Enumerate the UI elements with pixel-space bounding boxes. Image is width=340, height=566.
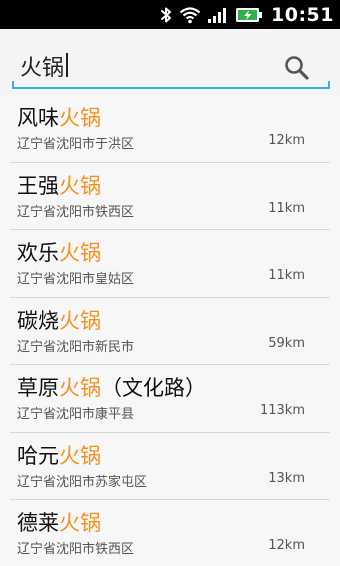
list-item[interactable]: 哈元火锅辽宁省沈阳市苏家屯区 13km xyxy=(10,433,330,500)
list-item[interactable]: 草原火锅（文化路） 辽宁省沈阳市康平县 113km xyxy=(10,365,330,433)
status-time: 10:51 xyxy=(271,3,334,26)
search-bar xyxy=(0,29,340,95)
restaurant-name: 欢乐火锅 xyxy=(17,237,101,267)
field-edge-left xyxy=(12,81,14,89)
name-prefix: 风味 xyxy=(17,106,59,130)
status-bar: 10:51 xyxy=(0,0,340,29)
name-prefix: 欢乐 xyxy=(17,241,59,265)
restaurant-distance: 59km xyxy=(268,335,305,351)
name-suffix: （文化路） xyxy=(101,376,206,400)
restaurant-name: 碳烧火锅 xyxy=(17,305,101,335)
restaurant-address: 辽宁省沈阳市新民市 xyxy=(17,339,135,355)
result-list: 风味火锅 辽宁省沈阳市于洪区 12km 王强火锅 辽宁省沈阳市铁西区 11km 欢乐火锅 辽宁… xyxy=(0,95,340,566)
list-item[interactable]: 风味火锅辽宁省沈阳市于洪区 12km xyxy=(10,95,330,163)
search-input[interactable] xyxy=(20,49,275,83)
restaurant-distance: 113km xyxy=(259,403,305,418)
restaurant-address: 辽宁省沈阳市苏家屯区 xyxy=(17,474,148,490)
restaurant-address: 辽宁省沈阳市康平县 xyxy=(17,407,135,422)
restaurant-name: 草原火锅（文化路） xyxy=(17,372,206,402)
restaurant-name: 哈元火锅 xyxy=(17,440,101,470)
restaurant-distance: 12km xyxy=(268,538,305,553)
name-keyword-highlight: 火锅 xyxy=(59,241,101,265)
restaurant-distance: 13km xyxy=(268,470,305,486)
name-keyword-highlight: 火锅 xyxy=(59,106,101,130)
wifi-icon xyxy=(179,6,201,24)
name-prefix: 哈元 xyxy=(17,443,59,468)
search-field[interactable] xyxy=(12,47,330,89)
name-keyword-highlight: 火锅 xyxy=(59,443,101,468)
list-item[interactable]: 欢乐火锅辽宁省沈阳市皇姑区 11km xyxy=(10,230,330,298)
search-icon[interactable] xyxy=(282,53,312,83)
name-prefix: 王强 xyxy=(17,173,59,198)
list-item[interactable]: 德莱火锅辽宁省沈阳市铁西区 12km xyxy=(10,500,330,566)
field-edge-right xyxy=(328,81,330,89)
restaurant-distance: 11km xyxy=(268,268,305,283)
list-item[interactable]: 王强火锅辽宁省沈阳市铁西区 11km xyxy=(10,163,330,230)
battery-charging-icon xyxy=(235,6,263,24)
name-prefix: 德莱 xyxy=(17,511,59,535)
name-keyword-highlight: 火锅 xyxy=(59,376,101,400)
bluetooth-icon xyxy=(159,6,173,24)
name-keyword-highlight: 火锅 xyxy=(59,308,101,333)
restaurant-address: 辽宁省沈阳市于洪区 xyxy=(17,137,135,152)
restaurant-address: 辽宁省沈阳市铁西区 xyxy=(17,204,135,220)
restaurant-address: 辽宁省沈阳市铁西区 xyxy=(17,542,135,557)
restaurant-address: 辽宁省沈阳市皇姑区 xyxy=(17,272,135,287)
restaurant-name: 风味火锅 xyxy=(17,102,101,132)
restaurant-distance: 11km xyxy=(268,200,305,216)
name-keyword-highlight: 火锅 xyxy=(59,173,101,198)
name-keyword-highlight: 火锅 xyxy=(59,511,101,535)
restaurant-distance: 12km xyxy=(268,133,305,148)
list-item[interactable]: 碳烧火锅辽宁省沈阳市新民市 59km xyxy=(10,298,330,365)
text-caret xyxy=(66,53,68,77)
restaurant-name: 王强火锅 xyxy=(17,170,101,200)
name-prefix: 草原 xyxy=(17,376,59,400)
signal-icon xyxy=(207,6,229,24)
name-prefix: 碳烧 xyxy=(17,308,59,333)
restaurant-name: 德莱火锅 xyxy=(17,507,101,537)
